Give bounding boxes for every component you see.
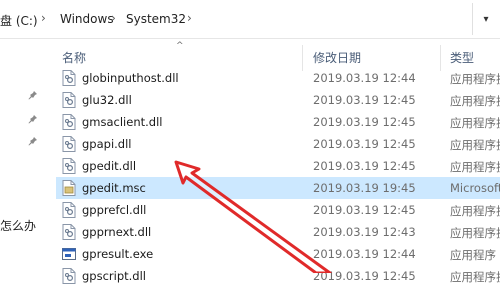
file-type: 应用程序扩展 xyxy=(450,204,500,218)
file-modified-date: 2019.03.19 12:43 xyxy=(313,225,416,239)
file-modified-date: 2019.03.19 12:45 xyxy=(313,203,416,217)
address-dropdown-button[interactable]: ▾ xyxy=(472,3,499,35)
file-row[interactable]: gpedit.dll 2019.03.19 12:45 应用程序扩展 xyxy=(56,155,500,177)
file-row[interactable]: gpprefcl.dll 2019.03.19 12:45 应用程序扩展 xyxy=(56,199,500,221)
file-modified-date: 2019.03.19 19:45 xyxy=(313,181,416,195)
sort-ascending-icon: ^ xyxy=(176,41,184,51)
file-row[interactable]: gpscript.dll 2019.03.19 12:45 应用程序扩展 xyxy=(56,265,500,287)
file-row[interactable]: gpprnext.dll 2019.03.19 12:43 应用程序扩展 xyxy=(56,221,500,243)
breadcrumb-windows[interactable]: Windows xyxy=(60,12,114,26)
pin-icon[interactable] xyxy=(28,90,38,100)
navigation-pane: 怎么办 xyxy=(0,39,50,273)
file-name: glu32.dll xyxy=(82,93,132,107)
pin-icon[interactable] xyxy=(28,136,38,146)
file-type: 应用程序扩展 xyxy=(450,116,500,130)
file-modified-date: 2019.03.19 12:45 xyxy=(313,159,416,173)
file-row[interactable]: gpresult.exe 2019.03.19 12:44 应用程序 xyxy=(56,243,500,265)
dll-file-icon xyxy=(62,202,76,218)
file-name: gpprnext.dll xyxy=(82,225,152,239)
dll-file-icon xyxy=(62,224,76,240)
breadcrumb-drive[interactable]: 盘 (C:) xyxy=(0,12,38,29)
file-type: 应用程序扩展 xyxy=(450,72,500,86)
file-modified-date: 2019.03.19 12:45 xyxy=(313,269,416,283)
nav-item-label[interactable]: 怎么办 xyxy=(0,217,36,234)
file-row[interactable]: gmsaclient.dll 2019.03.19 12:45 应用程序扩展 xyxy=(56,111,500,133)
file-row[interactable]: globinputhost.dll 2019.03.19 12:44 应用程序扩展 xyxy=(56,67,500,89)
file-name: gmsaclient.dll xyxy=(82,115,163,129)
file-row[interactable]: gpedit.msc 2019.03.19 19:45 Microsoft xyxy=(56,177,500,199)
file-type: 应用程序扩展 xyxy=(450,160,500,174)
dll-file-icon xyxy=(62,92,76,108)
dll-file-icon xyxy=(62,70,76,86)
column-header-date[interactable]: 修改日期 xyxy=(313,49,361,66)
file-name: gpedit.msc xyxy=(82,181,146,195)
file-modified-date: 2019.03.19 12:45 xyxy=(313,115,416,129)
file-name: gpedit.dll xyxy=(82,159,137,173)
column-header-type[interactable]: 类型 xyxy=(450,49,474,66)
dll-file-icon xyxy=(62,136,76,152)
file-type: 应用程序扩展 xyxy=(450,270,500,284)
breadcrumb-separator-icon[interactable]: › xyxy=(187,11,192,25)
file-modified-date: 2019.03.19 12:44 xyxy=(313,71,416,85)
file-modified-date: 2019.03.19 12:45 xyxy=(313,93,416,107)
file-name: gpresult.exe xyxy=(82,247,154,261)
file-name: gpscript.dll xyxy=(82,269,146,283)
column-header-name[interactable]: 名称 xyxy=(62,49,86,66)
msc-file-icon xyxy=(62,180,76,196)
file-type: 应用程序扩展 xyxy=(450,226,500,240)
file-type: 应用程序扩展 xyxy=(450,94,500,108)
exe-file-icon xyxy=(62,246,76,262)
file-name: gpapi.dll xyxy=(82,137,132,151)
dll-file-icon xyxy=(62,158,76,174)
file-type: Microsoft xyxy=(450,181,500,195)
file-modified-date: 2019.03.19 12:45 xyxy=(313,137,416,151)
file-type: 应用程序扩展 xyxy=(450,138,500,152)
address-bar[interactable]: 盘 (C:) › Windows › System32 › ▾ xyxy=(0,0,500,39)
dll-file-icon xyxy=(62,114,76,130)
file-name: globinputhost.dll xyxy=(82,71,179,85)
pin-icon[interactable] xyxy=(28,114,38,124)
breadcrumb-separator-icon[interactable]: › xyxy=(41,11,46,25)
file-row[interactable]: glu32.dll 2019.03.19 12:45 应用程序扩展 xyxy=(56,89,500,111)
chevron-down-icon: ▾ xyxy=(483,13,489,25)
file-type: 应用程序 xyxy=(450,248,496,262)
file-name: gpprefcl.dll xyxy=(82,203,147,217)
dll-file-icon xyxy=(62,268,76,284)
file-list: ^ 名称 修改日期 类型 globinputhost.dll 2019.03.19… xyxy=(50,39,500,284)
breadcrumb-system32[interactable]: System32 xyxy=(126,12,186,26)
breadcrumb-separator-icon[interactable]: › xyxy=(111,11,116,25)
file-modified-date: 2019.03.19 12:44 xyxy=(313,247,416,261)
file-row[interactable]: gpapi.dll 2019.03.19 12:45 应用程序扩展 xyxy=(56,133,500,155)
